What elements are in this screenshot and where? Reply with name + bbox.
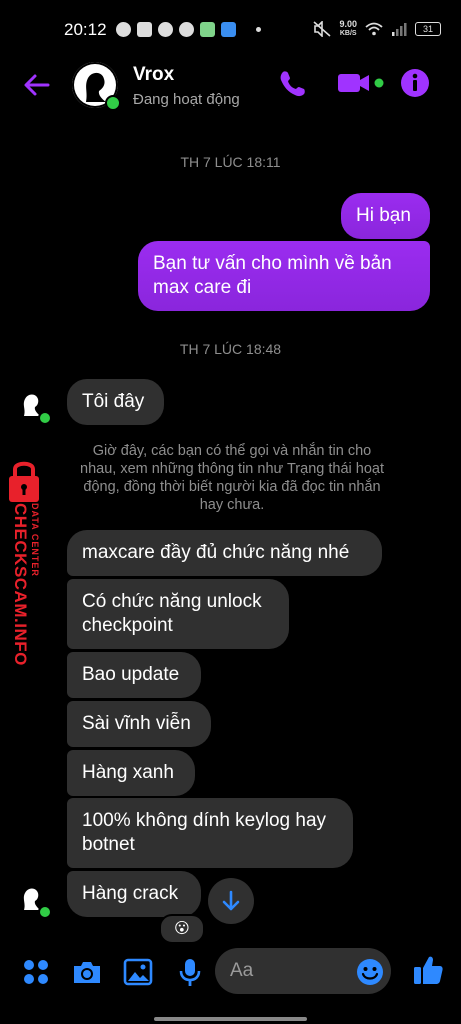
received-message[interactable]: Có chức năng unlock checkpoint [67,579,289,649]
emoji-icon [357,959,383,985]
message-input-placeholder: Aa [230,960,254,981]
reaction-emoji: 😮 [174,920,190,937]
net-speed: 9.00 KB/S [339,19,357,38]
active-status: Đang hoạt động [133,91,240,108]
info-button[interactable] [398,66,432,100]
mute-icon [313,21,331,37]
received-message[interactable]: maxcare đầy đủ chức năng nhé [67,530,382,576]
contact-name[interactable]: Vrox [133,64,174,86]
back-arrow-icon [24,74,50,96]
status-time: 20:12 [64,20,107,39]
messaging-notice: Giờ đây, các bạn có thể gọi và nhắn tin … [80,443,384,513]
watermark: CHECKSCAM.INFO DATA CENTER [4,455,44,675]
wifi-icon [365,22,383,36]
camera-icon [74,962,100,983]
voice-call-button[interactable] [276,66,310,100]
scroll-to-bottom-button[interactable] [208,878,254,924]
more-apps-button[interactable] [20,956,52,988]
sent-message[interactable]: Hi bạn [341,193,430,239]
like-button[interactable] [411,953,445,987]
gallery-button[interactable] [122,956,154,988]
timestamp: TH 7 LÚC 18:11 [180,154,281,170]
shop-notif-icon [137,22,152,37]
mic-icon [179,959,201,986]
app-notif-icon [221,22,236,37]
like-icon [414,956,443,984]
video-icon [338,74,384,92]
more-notifications-dot [256,27,261,32]
facebook-notif-icon-2 [179,22,194,37]
timestamp: TH 7 LÚC 18:48 [179,341,282,357]
notification-icons [116,22,261,37]
received-message[interactable]: Hàng crack [67,871,201,917]
message-reaction[interactable]: 😮 [159,914,205,944]
online-indicator [38,905,52,919]
emoji-button[interactable] [354,956,386,988]
gallery-icon [123,958,153,986]
received-message[interactable]: 100% không dính keylog hay botnet [67,798,353,868]
sent-message[interactable]: Bạn tư vấn cho mình về bản max care đi [138,241,430,311]
video-call-button[interactable] [336,66,386,100]
voice-message-button[interactable] [174,956,206,988]
battery-indicator: 31 [415,22,441,36]
online-indicator [105,95,121,111]
received-message[interactable]: Hàng xanh [67,750,195,796]
info-icon [401,69,429,97]
sheet-notif-icon [200,22,215,37]
received-message[interactable]: Bao update [67,652,201,698]
apps-icon [24,960,48,984]
online-indicator [38,411,52,425]
status-bar: 20:12 9.00 KB/S 31 [0,0,461,60]
padlock-icon [9,461,39,502]
home-indicator[interactable] [154,1017,307,1021]
system-icons: 9.00 KB/S 31 [313,20,441,38]
arrow-down-icon [222,890,240,911]
signal-icon [392,23,407,36]
watermark-site: CHECKSCAM.INFO [11,503,30,666]
phone-icon [280,71,305,97]
watermark-tagline: DATA CENTER [30,503,40,577]
back-button[interactable] [22,70,52,100]
received-message[interactable]: Tôi đây [67,379,164,425]
received-message[interactable]: Sài vĩnh viễn [67,701,211,747]
messenger-notif-icon [116,22,131,37]
facebook-notif-icon [158,22,173,37]
camera-button[interactable] [71,956,103,988]
